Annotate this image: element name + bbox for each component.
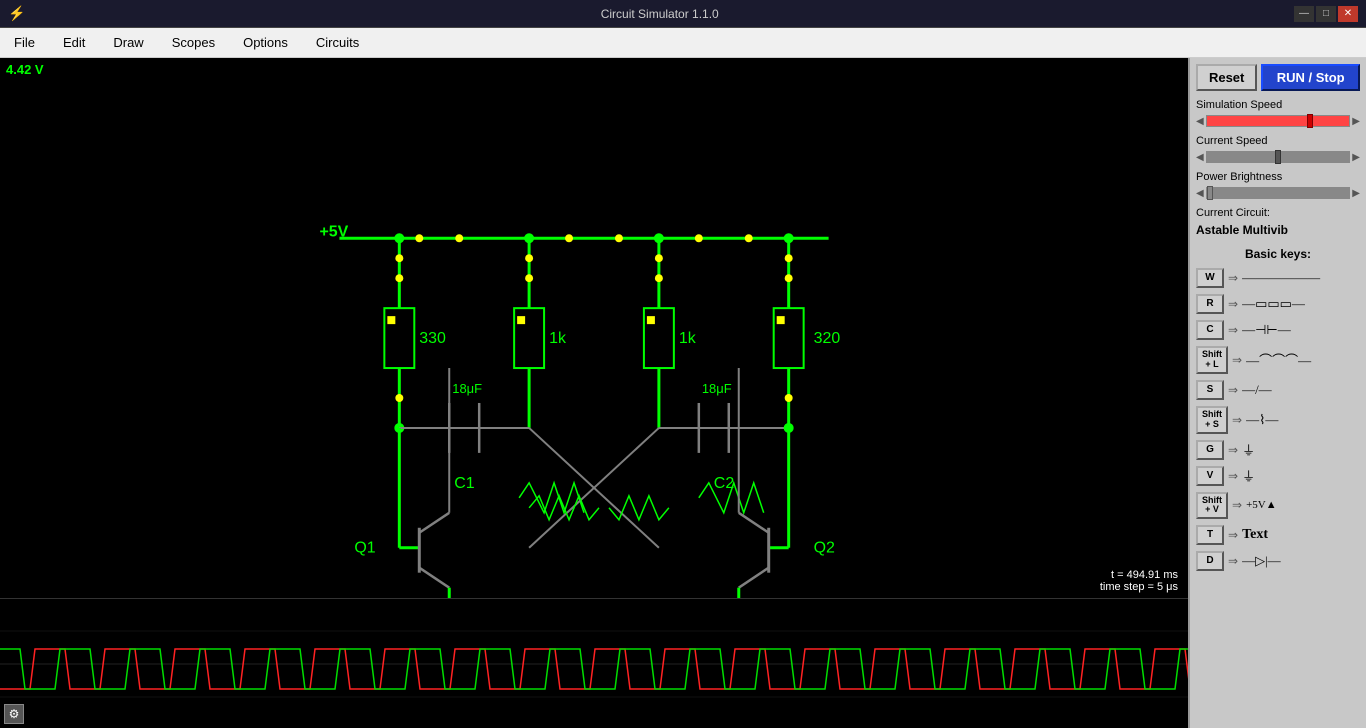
key-g[interactable]: G [1196, 440, 1224, 460]
simulation-speed-slider[interactable]: ◀ ▶ [1196, 115, 1360, 127]
scope-area[interactable] [0, 598, 1188, 728]
basic-keys-title: Basic keys: [1196, 247, 1360, 261]
close-button[interactable]: ✕ [1338, 6, 1358, 22]
cur-speed-track[interactable] [1206, 151, 1351, 163]
key-s[interactable]: S [1196, 380, 1224, 400]
sim-speed-right-arrow[interactable]: ▶ [1352, 116, 1360, 127]
ground-icon: ⏚ [1242, 440, 1360, 459]
svg-text:C2: C2 [714, 475, 735, 492]
capacitor-icon: —⊣⊢— [1242, 322, 1360, 338]
pwr-bright-left-arrow[interactable]: ◀ [1196, 188, 1204, 199]
inductor-icon: —⌒⌒⌒— [1246, 350, 1360, 369]
window-title: Circuit Simulator 1.1.0 [25, 7, 1294, 21]
svg-text:18μF: 18μF [702, 381, 732, 396]
current-circuit-label: Current Circuit: [1196, 207, 1360, 219]
pwr-bright-right-arrow[interactable]: ▶ [1352, 188, 1360, 199]
key-row-c: C ⇒ —⊣⊢— [1196, 320, 1360, 340]
minimize-button[interactable]: — [1294, 6, 1314, 22]
svg-text:330: 330 [419, 330, 446, 347]
key-row-shift-v: Shift+ V ⇒ +5V▲ [1196, 492, 1360, 520]
key-r[interactable]: R [1196, 294, 1224, 314]
key-c[interactable]: C [1196, 320, 1224, 340]
key-shift-l[interactable]: Shift+ L [1196, 346, 1228, 374]
menubar: File Edit Draw Scopes Options Circuits [0, 28, 1366, 58]
key-row-s: S ⇒ —/— [1196, 380, 1360, 400]
circuit-canvas-area[interactable]: 4.42 V 330 1k [0, 58, 1188, 728]
vcc-icon: +5V▲ [1246, 499, 1360, 511]
key-v[interactable]: V [1196, 466, 1224, 486]
sim-time: t = 494.91 ms time step = 5 μs [1100, 569, 1178, 593]
reset-button[interactable]: Reset [1196, 64, 1257, 91]
voltage-label: 4.42 V [6, 62, 44, 77]
power-brightness-slider[interactable]: ◀ ▶ [1196, 187, 1360, 199]
key-d[interactable]: D [1196, 551, 1224, 571]
right-panel: Reset RUN / Stop Simulation Speed ◀ ▶ Cu… [1188, 58, 1366, 728]
power-brightness-label: Power Brightness [1196, 171, 1360, 183]
svg-text:C1: C1 [454, 475, 475, 492]
cur-speed-right-arrow[interactable]: ▶ [1352, 152, 1360, 163]
app-icon: ⚡ [8, 5, 25, 22]
menu-file[interactable]: File [8, 33, 41, 52]
svg-text:Q2: Q2 [814, 540, 835, 557]
key-row-l: Shift+ L ⇒ —⌒⌒⌒— [1196, 346, 1360, 374]
diode-icon: —▷|— [1242, 553, 1360, 569]
cur-speed-left-arrow[interactable]: ◀ [1196, 152, 1204, 163]
svg-text:+5V: +5V [319, 223, 348, 240]
run-stop-button[interactable]: RUN / Stop [1261, 64, 1360, 91]
svg-text:Q1: Q1 [354, 540, 375, 557]
key-row-t: T ⇒ Text [1196, 525, 1360, 545]
key-row-r: R ⇒ —▭▭▭— [1196, 294, 1360, 314]
key-shift-v[interactable]: Shift+ V [1196, 492, 1228, 520]
menu-scopes[interactable]: Scopes [166, 33, 221, 52]
resistor-icon: —▭▭▭— [1242, 296, 1360, 312]
key-row-v: V ⇒ ⏚ [1196, 466, 1360, 486]
switch-icon: —/— [1242, 382, 1360, 398]
pwr-bright-track[interactable] [1206, 187, 1351, 199]
current-speed-slider[interactable]: ◀ ▶ [1196, 151, 1360, 163]
sim-time-value: t = 494.91 ms [1100, 569, 1178, 581]
menu-circuits[interactable]: Circuits [310, 33, 365, 52]
menu-draw[interactable]: Draw [107, 33, 149, 52]
svg-text:1k: 1k [679, 330, 696, 347]
key-w[interactable]: W [1196, 268, 1224, 288]
wire-icon: —————— [1242, 270, 1360, 286]
key-row-shift-s: Shift+ S ⇒ —⌇— [1196, 406, 1360, 434]
voltage-source-icon: —⌇— [1246, 412, 1360, 428]
current-speed-label: Current Speed [1196, 135, 1360, 147]
text-icon: Text [1242, 527, 1360, 543]
sim-speed-track[interactable] [1206, 115, 1351, 127]
svg-text:320: 320 [814, 330, 841, 347]
key-row-d: D ⇒ —▷|— [1196, 551, 1360, 571]
menu-edit[interactable]: Edit [57, 33, 91, 52]
svg-text:18μF: 18μF [452, 381, 482, 396]
gear-button[interactable]: ⚙ [4, 704, 24, 724]
menu-options[interactable]: Options [237, 33, 294, 52]
maximize-button[interactable]: □ [1316, 6, 1336, 22]
key-row-g: G ⇒ ⏚ [1196, 440, 1360, 460]
ground2-icon: ⏚ [1242, 466, 1360, 485]
key-t[interactable]: T [1196, 525, 1224, 545]
key-shift-s[interactable]: Shift+ S [1196, 406, 1228, 434]
simulation-speed-label: Simulation Speed [1196, 99, 1360, 111]
time-step-value: time step = 5 μs [1100, 581, 1178, 593]
svg-text:1k: 1k [549, 330, 566, 347]
sim-speed-left-arrow[interactable]: ◀ [1196, 116, 1204, 127]
current-circuit-name: Astable Multivib [1196, 223, 1360, 237]
key-row-w: W ⇒ —————— [1196, 268, 1360, 288]
